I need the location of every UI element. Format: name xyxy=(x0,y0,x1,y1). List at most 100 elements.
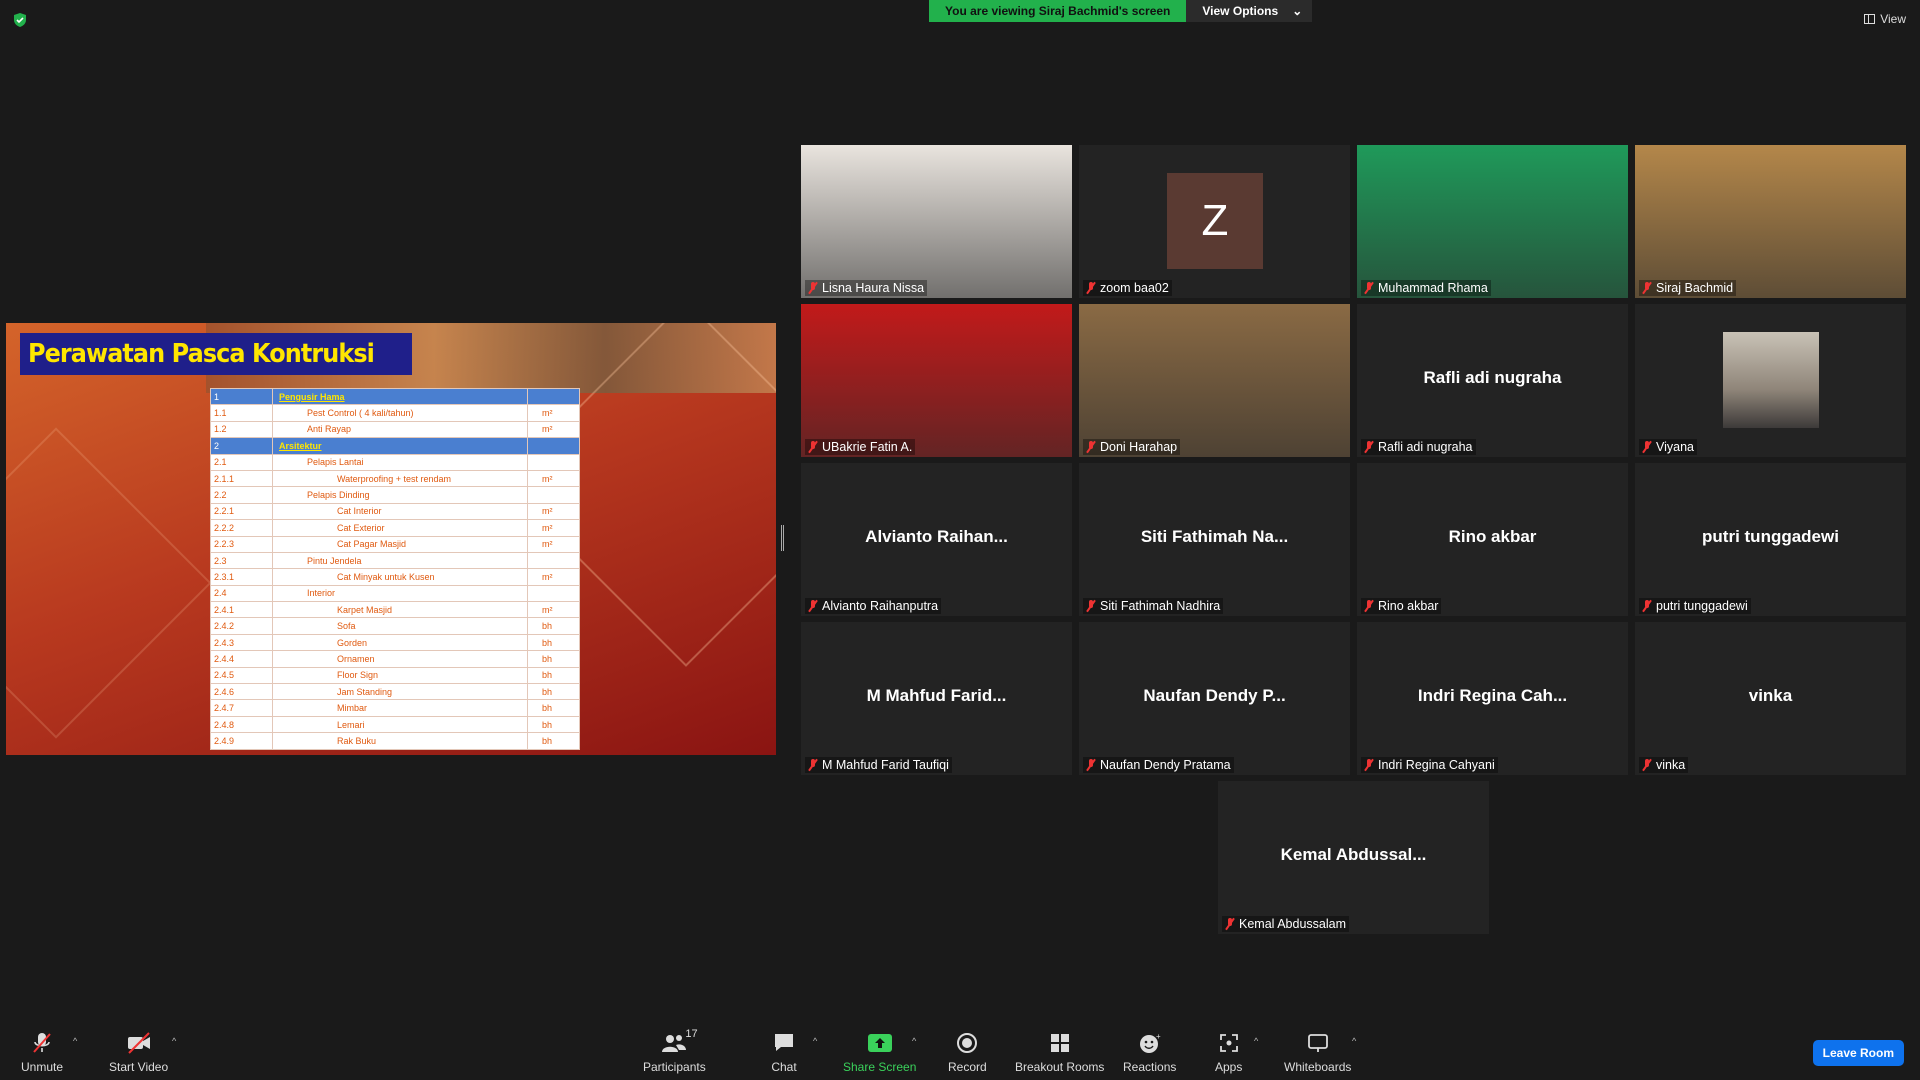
whiteboard-icon xyxy=(1305,1032,1331,1054)
table-row: 1 Pengusir Hama xyxy=(210,387,580,406)
leave-room-button[interactable]: Leave Room xyxy=(1812,1040,1904,1066)
table-row: 2 Arsitektur xyxy=(210,437,580,455)
whiteboards-options-caret[interactable]: ^ xyxy=(1352,1036,1356,1046)
item-description: Cat Interior xyxy=(272,502,528,521)
participant-tile[interactable]: Siti Fathimah Na... Siti Fathimah Nadhira xyxy=(1079,463,1350,616)
item-number: 2.1 xyxy=(210,453,273,471)
item-unit: m² xyxy=(527,404,580,422)
item-number: 2.4.6 xyxy=(210,683,273,701)
microphone-muted-icon xyxy=(1642,282,1652,294)
participant-tile[interactable]: UBakrie Fatin A. xyxy=(801,304,1072,457)
item-number: 2.2.2 xyxy=(210,519,273,537)
item-number: 2.2 xyxy=(210,486,273,504)
slide-decoration xyxy=(6,427,212,739)
item-unit: bh xyxy=(527,633,580,652)
participant-name-label: putri tunggadewi xyxy=(1639,598,1751,614)
reactions-smiley-icon: + xyxy=(1137,1032,1163,1054)
participant-count: 17 xyxy=(685,1028,698,1040)
chat-options-caret[interactable]: ^ xyxy=(813,1036,817,1046)
participant-name: Alvianto Raihanputra xyxy=(822,599,939,613)
participant-name: Viyana xyxy=(1656,440,1694,454)
participant-tile[interactable]: Lisna Haura Nissa xyxy=(801,145,1072,298)
participant-name-label: zoom baa02 xyxy=(1083,280,1172,296)
microphone-muted-icon xyxy=(1364,441,1374,453)
participant-tile[interactable]: Viyana xyxy=(1635,304,1906,457)
table-row: 2.4.5 Floor Sign bh xyxy=(210,666,580,685)
participant-tile[interactable]: putri tunggadewi putri tunggadewi xyxy=(1635,463,1906,616)
chat-button[interactable]: Chat xyxy=(771,1032,797,1074)
participants-button[interactable]: 17 Participants xyxy=(643,1028,706,1074)
apps-button[interactable]: Apps xyxy=(1215,1032,1242,1074)
participant-tile[interactable]: Doni Harahap xyxy=(1079,304,1350,457)
share-options-caret[interactable]: ^ xyxy=(912,1036,916,1046)
participant-name-label: Kemal Abdussalam xyxy=(1222,916,1350,932)
view-button[interactable]: View xyxy=(1864,12,1906,26)
security-shield-icon[interactable] xyxy=(12,12,28,28)
apps-label: Apps xyxy=(1215,1060,1243,1074)
view-options-button[interactable]: View Options ⌄ xyxy=(1186,0,1313,22)
record-button[interactable]: Record xyxy=(948,1032,987,1074)
item-description: Anti Rayap xyxy=(272,420,528,439)
participant-video xyxy=(1635,145,1906,298)
participant-name-label: M Mahfud Farid Taufiqi xyxy=(805,757,952,773)
table-row: 2.2.2 Cat Exterior m² xyxy=(210,519,580,537)
participant-display-name: Naufan Dendy P... xyxy=(1143,686,1286,705)
item-description: Cat Minyak untuk Kusen xyxy=(272,568,528,586)
participant-tile[interactable]: Rafli adi nugraha Rafli adi nugraha xyxy=(1357,304,1628,457)
share-screen-label: Share Screen xyxy=(843,1060,917,1074)
item-number: 2.4.2 xyxy=(210,617,273,635)
item-number: 2.4.9 xyxy=(210,732,273,750)
participant-tile[interactable]: Alvianto Raihan... Alvianto Raihanputra xyxy=(801,463,1072,616)
participant-name-label: Alvianto Raihanputra xyxy=(805,598,942,614)
participant-name-label: Siraj Bachmid xyxy=(1639,280,1737,296)
reactions-button[interactable]: + Reactions xyxy=(1123,1032,1176,1074)
view-button-label: View xyxy=(1880,12,1906,26)
participant-name: UBakrie Fatin A. xyxy=(822,440,913,454)
item-number: 2.2.1 xyxy=(210,502,273,521)
table-row: 2.1.1 Waterproofing + test rendam m² xyxy=(210,469,580,488)
item-unit xyxy=(527,486,580,504)
item-description: Lemari xyxy=(272,715,528,734)
item-description: Interior xyxy=(272,584,528,603)
table-row: 2.4.1 Karpet Masjid m² xyxy=(210,601,580,619)
item-number: 2.4.7 xyxy=(210,699,273,717)
item-unit xyxy=(527,453,580,471)
slide-title: Perawatan Pasca Kontruksi xyxy=(20,333,413,375)
participant-name: zoom baa02 xyxy=(1100,281,1169,295)
whiteboards-button[interactable]: Whiteboards xyxy=(1284,1032,1351,1074)
participant-display-name: Siti Fathimah Na... xyxy=(1140,527,1289,546)
item-description: Cat Exterior xyxy=(272,519,528,537)
participant-tile[interactable]: vinka vinka xyxy=(1635,622,1906,775)
participant-tile[interactable]: Kemal Abdussal... Kemal Abdussalam xyxy=(1218,781,1489,934)
participant-name: Rino akbar xyxy=(1378,599,1439,613)
participant-tile[interactable]: M Mahfud Farid... M Mahfud Farid Taufiqi xyxy=(801,622,1072,775)
participant-tile[interactable]: Muhammad Rhama xyxy=(1357,145,1628,298)
item-number: 1.2 xyxy=(210,420,273,439)
item-unit: m² xyxy=(527,502,580,521)
participant-name: Siti Fathimah Nadhira xyxy=(1100,599,1221,613)
participant-tile[interactable]: Indri Regina Cah... Indri Regina Cahyani xyxy=(1357,622,1628,775)
apps-options-caret[interactable]: ^ xyxy=(1254,1036,1258,1046)
share-screen-button[interactable]: Share Screen xyxy=(843,1032,916,1074)
panel-splitter-handle[interactable] xyxy=(781,525,784,551)
unmute-button[interactable]: Unmute xyxy=(21,1032,63,1074)
item-unit xyxy=(527,584,580,603)
participant-name-label: Rafli adi nugraha xyxy=(1361,439,1476,455)
start-video-button[interactable]: Start Video xyxy=(109,1032,168,1074)
participant-tile[interactable]: Rino akbar Rino akbar xyxy=(1357,463,1628,616)
breakout-rooms-button[interactable]: Breakout Rooms xyxy=(1015,1032,1104,1074)
participant-tile[interactable]: Zzoom baa02 xyxy=(1079,145,1350,298)
item-description: Pest Control ( 4 kali/tahun) xyxy=(272,404,528,422)
participants-icon: 17 xyxy=(661,1028,698,1054)
participant-tile[interactable]: Naufan Dendy P... Naufan Dendy Pratama xyxy=(1079,622,1350,775)
audio-options-caret[interactable]: ^ xyxy=(73,1036,77,1046)
microphone-muted-icon xyxy=(1364,759,1374,771)
table-row: 2.1 Pelapis Lantai xyxy=(210,453,580,471)
video-options-caret[interactable]: ^ xyxy=(172,1036,176,1046)
breakout-rooms-icon xyxy=(1047,1032,1073,1054)
microphone-muted-icon xyxy=(808,282,818,294)
item-unit xyxy=(527,437,580,455)
viewing-screen-text: You are viewing Siraj Bachmid's screen xyxy=(929,0,1187,22)
participant-display-name: vinka xyxy=(1748,686,1793,705)
participant-tile[interactable]: Siraj Bachmid xyxy=(1635,145,1906,298)
